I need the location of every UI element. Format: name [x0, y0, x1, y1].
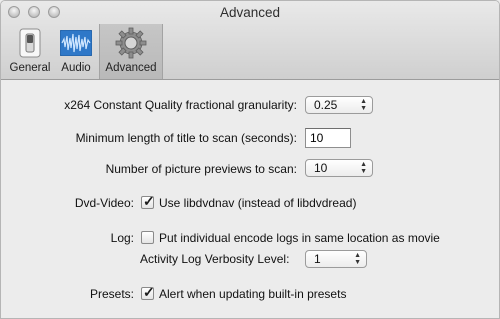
presets-alert-checkbox-label[interactable]: Alert when updating built-in presets [159, 287, 346, 301]
previews-value: 10 [314, 161, 328, 175]
toolbar-advanced-label: Advanced [105, 62, 157, 74]
granularity-label: x264 Constant Quality fractional granula… [64, 98, 297, 112]
preferences-window: Advanced General Audio Advanced x264 Con… [0, 0, 500, 319]
encode-logs-checkbox-label[interactable]: Put individual encode logs in same locat… [159, 231, 440, 245]
popup-arrows-icon: ▲ ▼ [360, 98, 367, 112]
previews-popup[interactable]: 10 ▲ ▼ [305, 159, 373, 177]
window-title: Advanced [219, 5, 281, 20]
checkmark-icon: ✓ [143, 284, 155, 300]
waveform-icon [60, 28, 92, 58]
toolbar-advanced[interactable]: Advanced [99, 24, 163, 79]
toolbar-general[interactable]: General [7, 24, 53, 79]
preferences-toolbar: General Audio Advanced [7, 24, 163, 79]
log-label: Log: [110, 231, 134, 245]
popup-arrows-icon: ▲ ▼ [354, 252, 361, 266]
toolbar-general-label: General [9, 62, 51, 74]
presets-label: Presets: [89, 287, 134, 301]
checkmark-icon: ✓ [143, 193, 155, 209]
toolbar-audio-label: Audio [61, 62, 91, 74]
encode-logs-checkbox[interactable] [141, 231, 154, 244]
toolbar-audio[interactable]: Audio [53, 24, 99, 79]
verbosity-value: 1 [314, 252, 321, 266]
title-bar: Advanced General Audio Advanced [1, 1, 499, 80]
libdvdnav-checkbox-label[interactable]: Use libdvdnav (instead of libdvdread) [159, 196, 356, 210]
dvd-video-label: Dvd-Video: [74, 196, 134, 210]
verbosity-popup[interactable]: 1 ▲ ▼ [305, 250, 367, 268]
previews-label: Number of picture previews to scan: [105, 162, 297, 176]
libdvdnav-checkbox[interactable]: ✓ [141, 193, 155, 209]
granularity-value: 0.25 [314, 98, 338, 112]
verbosity-label: Activity Log Verbosity Level: [140, 252, 290, 266]
presets-alert-checkbox[interactable]: ✓ [141, 284, 155, 300]
advanced-settings-panel: x264 Constant Quality fractional granula… [1, 80, 499, 318]
min-length-field[interactable] [305, 128, 351, 148]
gear-icon [115, 27, 147, 59]
granularity-popup[interactable]: 0.25 ▲ ▼ [305, 96, 373, 114]
switch-icon [14, 28, 46, 58]
min-length-label: Minimum length of title to scan (seconds… [75, 131, 297, 145]
popup-arrows-icon: ▲ ▼ [360, 161, 367, 175]
